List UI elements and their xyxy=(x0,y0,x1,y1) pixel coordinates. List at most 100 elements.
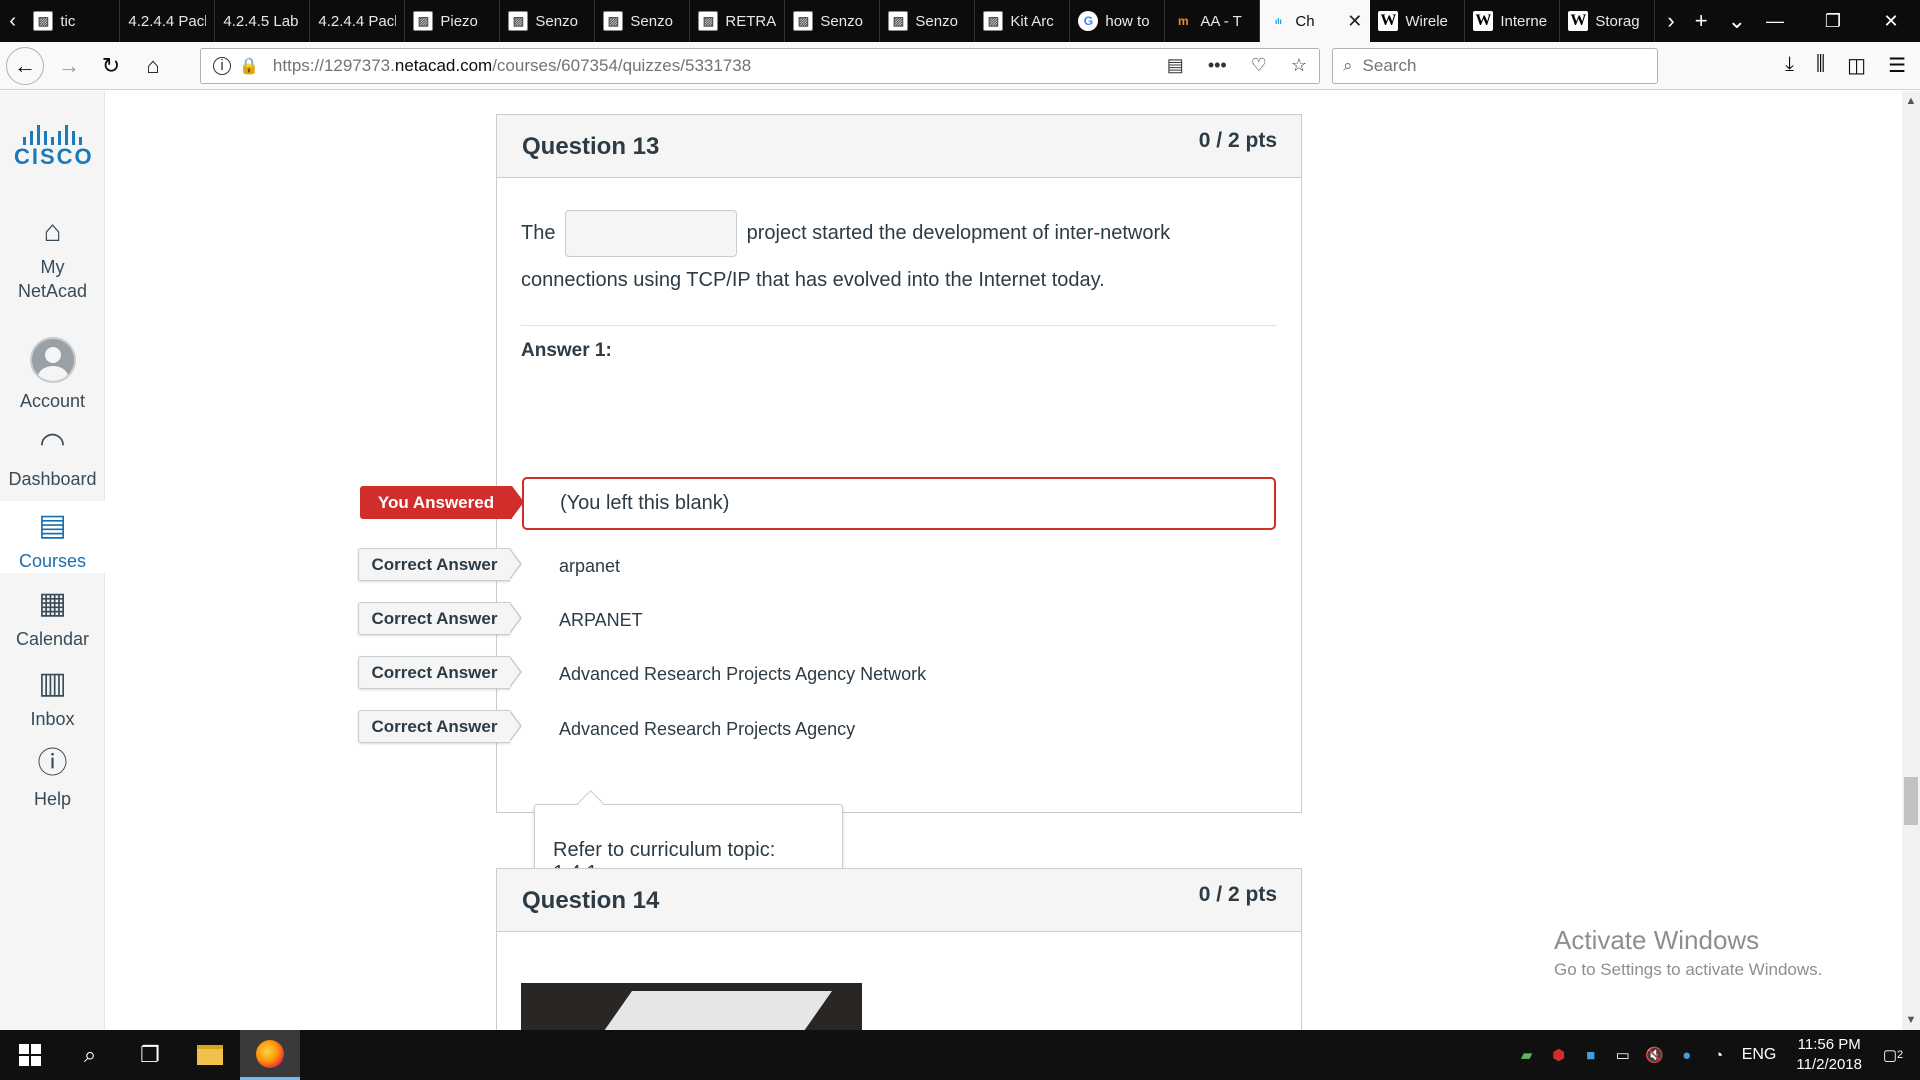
tab-list: ▨ tic 4.2.4.4 Pack 4.2.4.5 Lab 4.2.4.4 Pack ▨… xyxy=(25,0,1656,42)
your-answer-text: (You left this blank) xyxy=(560,492,730,514)
clock[interactable]: 11:56 PM 11/2/2018 xyxy=(1796,1035,1862,1075)
site-info-icon[interactable]: i xyxy=(213,56,231,75)
firefox-taskbar-icon[interactable] xyxy=(240,1030,300,1080)
download-icon[interactable]: ⤓ xyxy=(1785,53,1794,78)
question-14-image xyxy=(521,983,862,1030)
correct-answer-text: Advanced Research Projects Agency Networ… xyxy=(559,664,927,684)
tab-label: Kit Arc xyxy=(1010,12,1054,30)
question-points: 0 / 2 pts xyxy=(1198,883,1277,906)
minimize-icon[interactable]: — xyxy=(1746,0,1804,42)
image-favicon-icon: ▨ xyxy=(983,11,1004,31)
close-tab-icon[interactable]: ✕ xyxy=(1347,11,1362,32)
nav-account[interactable]: Account xyxy=(0,337,105,413)
question-text-after: project started the development of inter… xyxy=(746,222,1171,244)
notifications-icon[interactable]: ▢ 2 xyxy=(1876,1046,1910,1064)
list-all-tabs-icon[interactable]: ⌄ xyxy=(1728,8,1746,34)
browser-tab[interactable]: m AA - T xyxy=(1165,0,1261,42)
wikipedia-favicon-icon: W xyxy=(1473,11,1494,31)
browser-tab[interactable]: W Wirele xyxy=(1370,0,1466,42)
browser-tab[interactable]: ▨ Senzo xyxy=(880,0,976,42)
security-icon[interactable]: ▰ xyxy=(1518,1046,1536,1064)
browser-tab[interactable]: Ghow to xyxy=(1070,0,1166,42)
reload-button[interactable]: ↻ xyxy=(94,49,128,83)
tab-scroll-right-icon[interactable]: › xyxy=(1667,8,1674,34)
menu-icon[interactable]: ☰ xyxy=(1888,53,1906,78)
volume-muted-icon[interactable]: 🔇 xyxy=(1645,1046,1664,1064)
correct-answer-flag: Correct Answer xyxy=(358,710,522,743)
clock-time: 11:56 PM xyxy=(1797,1036,1861,1053)
bookmark-star-icon[interactable]: ☆ xyxy=(1291,55,1307,76)
nav-calendar[interactable]: ▦ Calendar xyxy=(0,587,105,651)
close-window-icon[interactable]: ✕ xyxy=(1862,0,1920,42)
help-icon: ⓘ xyxy=(37,747,68,780)
divider xyxy=(521,325,1277,327)
network-app-icon[interactable]: ● xyxy=(1678,1046,1696,1064)
scrollbar-thumb[interactable] xyxy=(1904,777,1918,825)
correct-answer-flag: Correct Answer xyxy=(358,548,522,581)
nav-label: Dashboard xyxy=(8,469,97,489)
nav-dashboard[interactable]: ◠ Dashboard xyxy=(0,427,105,491)
reader-view-icon[interactable]: ▤ xyxy=(1167,55,1184,76)
browser-tab[interactable]: ▨ Senzo xyxy=(500,0,596,42)
page-scrollbar[interactable]: ▲ ▼ xyxy=(1902,91,1920,1030)
url-bar[interactable]: i 🔒 https://1297373.netacad.com/courses/… xyxy=(200,47,1320,84)
app-tray-icon[interactable]: ■ xyxy=(1582,1046,1600,1064)
library-icon[interactable]: ⫼ xyxy=(1816,53,1825,78)
nav-label: Inbox xyxy=(30,709,75,729)
browser-tab[interactable]: ▨ RETRA xyxy=(690,0,786,42)
nav-label: My NetAcad xyxy=(17,257,88,301)
language-indicator[interactable]: ENG xyxy=(1742,1046,1777,1064)
browser-tab[interactable]: ▨ Piezo xyxy=(405,0,501,42)
page-favicon-icon: ▨ xyxy=(33,11,54,31)
tab-label: Senzo xyxy=(535,12,578,30)
tab-strip-controls: › + ⌄ xyxy=(1667,0,1746,42)
tab-label: Wirele xyxy=(1405,12,1448,30)
scroll-down-icon[interactable]: ▼ xyxy=(1902,1014,1920,1026)
browser-tab[interactable]: W Interne xyxy=(1465,0,1561,42)
question-title: Question 14 xyxy=(522,887,660,914)
tab-scroll-left-icon[interactable]: ‹ xyxy=(0,0,25,42)
browser-tab[interactable]: ▨ Senzo xyxy=(595,0,691,42)
restore-icon[interactable]: ❐ xyxy=(1804,0,1862,42)
nav-my-netacad[interactable]: ⌂ My NetAcad xyxy=(0,215,105,301)
question-text-line2: connections using TCP/IP that has evolve… xyxy=(521,269,1105,292)
tab-label: Senzo xyxy=(630,12,673,30)
image-favicon-icon: ▨ xyxy=(793,11,814,31)
browser-tab[interactable]: 4.2.4.4 Pack xyxy=(120,0,216,42)
back-button[interactable]: ← xyxy=(6,46,44,85)
browser-tab[interactable]: ▨ Kit Arc xyxy=(975,0,1071,42)
browser-tab[interactable]: 4.2.4.5 Lab xyxy=(215,0,311,42)
global-nav: CISCO ⌂ My NetAcad Account ◠ Dashboard ▤… xyxy=(0,91,105,1030)
question-text: The project started the development of i… xyxy=(521,178,1277,303)
page-actions-icon[interactable]: ••• xyxy=(1208,55,1227,76)
nav-courses[interactable]: ▤ Courses xyxy=(0,501,105,573)
scroll-up-icon[interactable]: ▲ xyxy=(1902,95,1920,107)
correct-answer-flag: Correct Answer xyxy=(358,602,522,635)
start-button[interactable] xyxy=(0,1030,60,1080)
browser-tab[interactable]: 4.2.4.4 Pack xyxy=(310,0,406,42)
windows-taskbar: ⌕ ❐ ▰ ⬢ ■ ▭ 🔇 ● ◔ ENG 11:56 PM 11/2/2018… xyxy=(0,1030,1920,1080)
search-taskbar-icon[interactable]: ⌕ xyxy=(60,1030,120,1080)
browser-tab[interactable]: ▨ Senzo xyxy=(785,0,881,42)
nav-inbox[interactable]: ▥ Inbox xyxy=(0,667,105,731)
wifi-icon[interactable]: ◔ xyxy=(1710,1046,1728,1064)
browser-tab[interactable]: W Storag xyxy=(1560,0,1656,42)
forward-button[interactable]: → xyxy=(52,49,86,83)
pocket-icon[interactable]: ♡ xyxy=(1251,55,1267,76)
navigation-toolbar: ← → ↻ ⌂ i 🔒 https://1297373.netacad.com/… xyxy=(0,42,1920,90)
new-tab-icon[interactable]: + xyxy=(1695,8,1708,34)
antivirus-icon[interactable]: ⬢ xyxy=(1550,1046,1568,1064)
nav-help[interactable]: ⓘ Help xyxy=(0,747,105,811)
browser-tab[interactable]: ▨ tic xyxy=(25,0,121,42)
search-input[interactable]: ⌕ Search xyxy=(1332,47,1658,84)
task-view-icon[interactable]: ❐ xyxy=(120,1030,180,1080)
file-explorer-icon[interactable] xyxy=(180,1030,240,1080)
sidebar-toggle-icon[interactable]: ◫ xyxy=(1847,53,1866,78)
notification-count: 2 xyxy=(1897,1049,1904,1061)
cisco-logo[interactable]: CISCO xyxy=(14,125,92,169)
browser-tab[interactable]: ılı Ch ✕ xyxy=(1260,0,1371,42)
battery-icon[interactable]: ▭ xyxy=(1614,1046,1632,1064)
nav-label: Account xyxy=(19,391,86,411)
your-answer-box: (You left this blank) xyxy=(522,477,1276,530)
home-button[interactable]: ⌂ xyxy=(136,49,170,83)
